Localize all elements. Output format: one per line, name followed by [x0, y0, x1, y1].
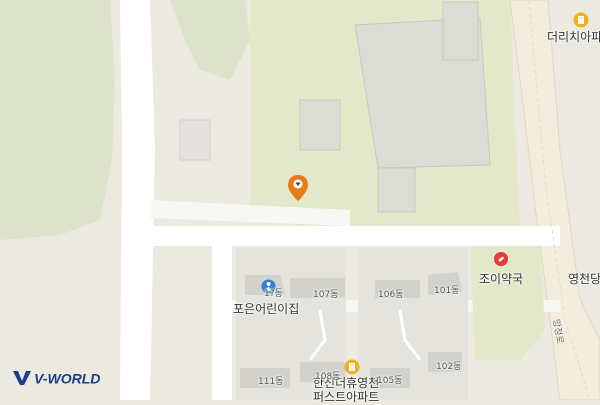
building-number-label: 102동	[436, 362, 462, 372]
industrial-building	[299, 99, 341, 151]
building-number-label: 108동	[315, 372, 341, 382]
apartment-icon[interactable]	[344, 359, 360, 375]
pharmacy-label[interactable]: 조이약국	[479, 270, 523, 287]
building-number-label: 1?동	[264, 289, 283, 299]
orange-location-pin-icon[interactable]	[288, 175, 308, 201]
daycare-label[interactable]: 포은어린이집	[233, 300, 299, 317]
pharmacy-icon[interactable]	[493, 251, 509, 267]
building-number-label: 105동	[377, 376, 403, 386]
building-number-label: 107동	[313, 290, 339, 300]
apartment-complex-label[interactable]: 퍼스트아파트	[313, 388, 379, 405]
industrial-building	[377, 167, 416, 213]
small-building	[179, 119, 211, 161]
road-vertical-mid[interactable]	[212, 246, 232, 400]
place-label[interactable]: 영천당	[568, 270, 600, 287]
apartment-label[interactable]: 더리치아파	[547, 28, 600, 45]
forest-area	[0, 0, 115, 240]
building-number-label: 111동	[258, 377, 284, 387]
apartment-icon[interactable]	[573, 12, 589, 28]
building-number-label: 106동	[378, 290, 404, 300]
road-horizontal[interactable]	[140, 226, 560, 246]
vworld-logo: V-WORLD	[13, 371, 100, 387]
logo-text: V-WORLD	[34, 371, 100, 387]
road-vertical-left[interactable]	[120, 0, 155, 400]
industrial-building	[442, 1, 479, 61]
building-number-label: 101동	[434, 286, 460, 296]
